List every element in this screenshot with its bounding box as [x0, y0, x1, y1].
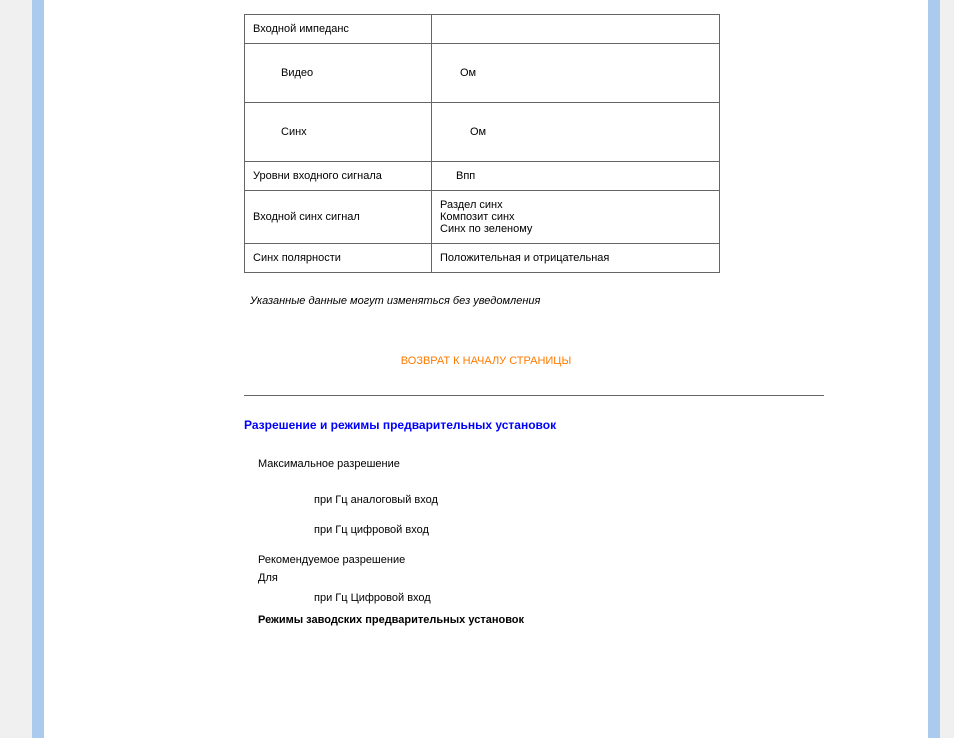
- cell-label-text: Видео: [253, 67, 313, 79]
- section-title: Разрешение и режимы предварительных уста…: [244, 418, 928, 432]
- cell-value: Раздел синх Композит синх Синх по зелено…: [432, 191, 720, 244]
- cell-value: Ом: [432, 44, 720, 103]
- cell-value-line: Синх по зеленому: [440, 223, 711, 235]
- table-row: Входной синх сигнал Раздел синх Композит…: [245, 191, 720, 244]
- cell-value-text: Ом: [440, 67, 476, 79]
- cell-value-text: Впп: [440, 170, 475, 182]
- max-resolution-label: Максимальное разрешение: [258, 458, 928, 470]
- resolution-line: при Гц аналоговый вход: [314, 494, 928, 506]
- for-label: Для: [258, 572, 928, 584]
- resolution-line: при Гц цифровой вход: [314, 524, 928, 536]
- cell-label: Уровни входного сигнала: [245, 162, 432, 191]
- cell-value: Положительная и отрицательная: [432, 244, 720, 273]
- cell-label: Входной синх сигнал: [245, 191, 432, 244]
- cell-value-line: Раздел синх: [440, 199, 711, 211]
- cell-value-line: Композит синх: [440, 211, 711, 223]
- cell-label-text: Синх: [253, 126, 307, 138]
- cell-value: [432, 15, 720, 44]
- cell-label: Входной импеданс: [245, 15, 432, 44]
- factory-modes-label: Режимы заводских предварительных установ…: [258, 614, 928, 626]
- footnote: Указанные данные могут изменяться без ув…: [250, 295, 928, 307]
- cell-label: Видео: [245, 44, 432, 103]
- page: Входной импеданс Видео Ом Синх Ом Уровни…: [0, 0, 954, 738]
- resolution-line: при Гц Цифровой вход: [314, 592, 928, 604]
- divider: [244, 395, 824, 396]
- decor-stripe-right: [928, 0, 940, 738]
- table-row: Уровни входного сигнала Впп: [245, 162, 720, 191]
- content-area: Входной импеданс Видео Ом Синх Ом Уровни…: [44, 0, 928, 738]
- cell-value-text: Ом: [440, 126, 486, 138]
- table-row: Входной импеданс: [245, 15, 720, 44]
- cell-label: Синх полярности: [245, 244, 432, 273]
- table-row: Видео Ом: [245, 44, 720, 103]
- back-to-top-link[interactable]: ВОЗВРАТ К НАЧАЛУ СТРАНИЦЫ: [44, 355, 928, 367]
- cell-value: Впп: [432, 162, 720, 191]
- decor-stripe-left: [32, 0, 44, 738]
- table-row: Синх Ом: [245, 103, 720, 162]
- recommended-resolution-label: Рекомендуемое разрешение: [258, 554, 928, 566]
- spec-table: Входной импеданс Видео Ом Синх Ом Уровни…: [244, 14, 720, 273]
- cell-label: Синх: [245, 103, 432, 162]
- cell-value: Ом: [432, 103, 720, 162]
- table-row: Синх полярности Положительная и отрицате…: [245, 244, 720, 273]
